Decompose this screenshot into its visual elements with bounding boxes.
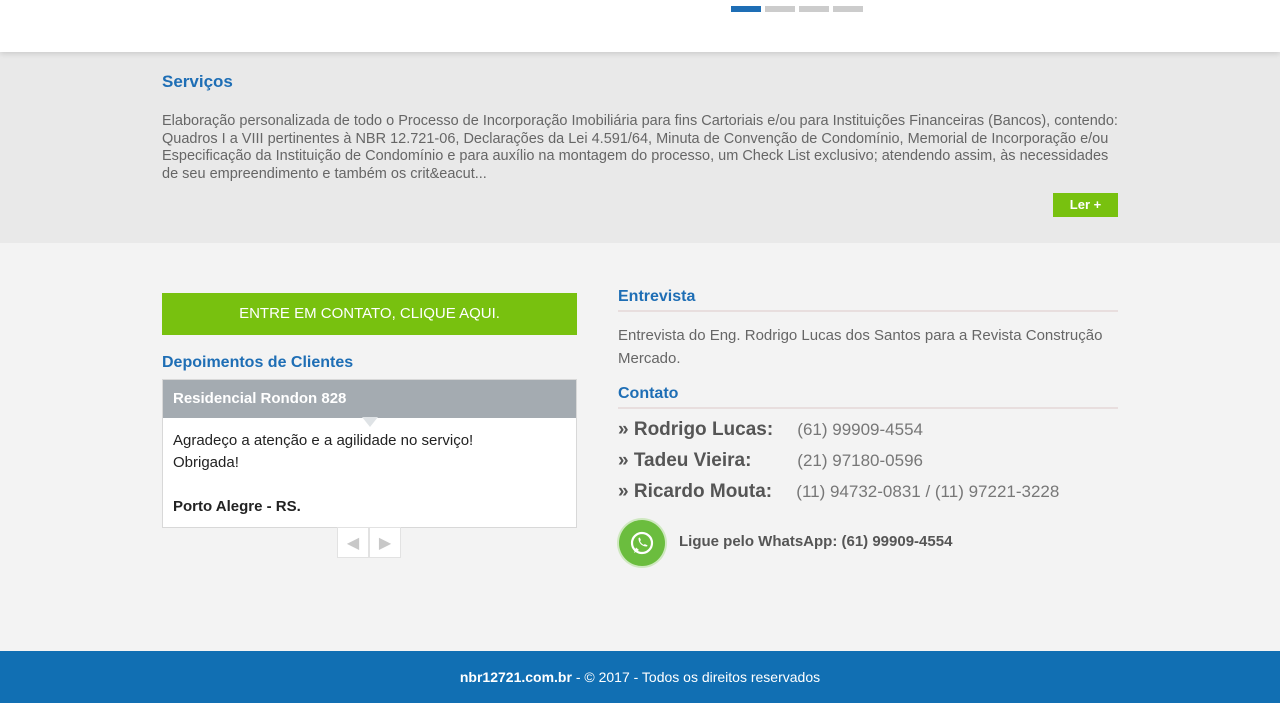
prev-arrow-icon[interactable]: ◀ (337, 527, 369, 558)
slider-dot-1[interactable] (731, 6, 761, 12)
contact-phone[interactable]: (11) 94732-0831 / (11) 97221-3228 (796, 482, 1059, 501)
testimonial-heading: Residencial Rondon 828 (163, 380, 576, 418)
contact-name: » Ricardo Mouta: (618, 481, 773, 502)
contact-cta-button[interactable]: ENTRE EM CONTATO, CLIQUE AQUI. (162, 293, 577, 335)
services-title: Serviços (162, 72, 233, 91)
read-more-button[interactable]: Ler + (1053, 193, 1118, 217)
testimonial-city: Porto Alegre - RS. (173, 498, 301, 515)
testimonials-title: Depoimentos de Clientes (162, 354, 354, 371)
interview-divider (618, 310, 1118, 312)
whatsapp-label[interactable]: Ligue pelo WhatsApp: (61) 99909-4554 (679, 533, 952, 550)
contact-phone[interactable]: (21) 97180-0596 (797, 451, 923, 470)
contact-name: » Rodrigo Lucas: (618, 419, 774, 440)
top-banner (0, 0, 1280, 52)
services-section: Serviços Elaboração personalizada de tod… (0, 52, 1280, 243)
slider-dot-2[interactable] (765, 6, 795, 12)
slider-dot-4[interactable] (833, 6, 863, 12)
contact-name: » Tadeu Vieira: (618, 450, 752, 471)
testimonial-card: Residencial Rondon 828 Agradeço a atençã… (162, 379, 577, 528)
slider-pagination (731, 6, 863, 12)
testimonial-pointer (362, 417, 378, 427)
testimonial-body: Agradeço a atenção e a agilidade no serv… (163, 418, 576, 518)
testimonial-text-line1: Agradeço a atenção e a agilidade no serv… (173, 432, 474, 449)
next-arrow-icon[interactable]: ▶ (369, 527, 401, 558)
slider-dot-3[interactable] (799, 6, 829, 12)
interview-title: Entrevista (618, 288, 696, 305)
contact-row-ricardo: » Ricardo Mouta: (11) 94732-0831 / (11) … (618, 481, 1059, 503)
services-description: Elaboração personalizada de todo o Proce… (162, 113, 1118, 182)
contact-row-rodrigo: » Rodrigo Lucas: (61) 99909-4554 (618, 419, 923, 441)
contact-title: Contato (618, 385, 679, 402)
contact-divider (618, 407, 1118, 409)
whatsapp-icon[interactable] (619, 520, 665, 566)
contact-row-tadeu: » Tadeu Vieira: (21) 97180-0596 (618, 450, 923, 472)
contact-phone[interactable]: (61) 99909-4554 (797, 420, 923, 439)
testimonial-text-line2: Obrigada! (173, 454, 239, 471)
testimonial-navigation: ◀ ▶ (337, 527, 401, 558)
footer: nbr12721.com.br - © 2017 - Todos os dire… (0, 651, 1280, 703)
footer-site-link[interactable]: nbr12721.com.br (460, 669, 572, 685)
footer-copyright: - © 2017 - Todos os direitos reservados (571, 669, 821, 685)
interview-link-text[interactable]: Entrevista do Eng. Rodrigo Lucas dos San… (618, 324, 1108, 370)
